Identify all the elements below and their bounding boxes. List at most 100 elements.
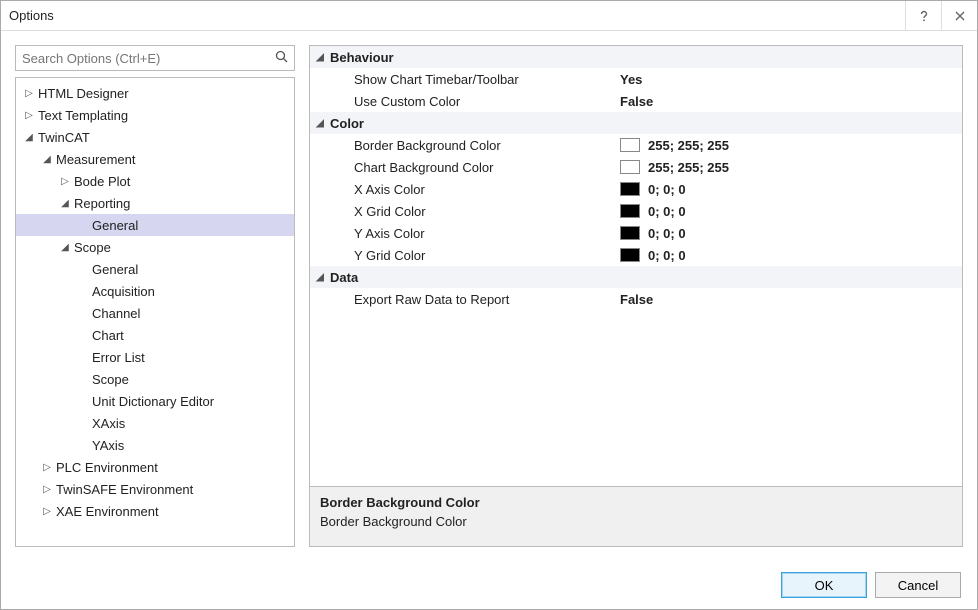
property-value[interactable]: Yes [620,72,962,87]
search-icon[interactable] [275,50,289,67]
property-row[interactable]: Border Background Color255; 255; 255 [310,134,962,156]
property-label: Export Raw Data to Report [330,292,620,307]
tree-item[interactable]: ◢Scope [16,236,294,258]
caret-down-icon[interactable]: ◢ [58,198,72,209]
caret-blank: ▷ [76,330,90,341]
property-category[interactable]: ◢Color [310,112,962,134]
description-panel: Border Background Color Border Backgroun… [309,487,963,547]
caret-blank: ▷ [76,286,90,297]
window-title: Options [9,8,54,23]
property-category[interactable]: ◢Data [310,266,962,288]
tree-item[interactable]: ▷HTML Designer [16,82,294,104]
cancel-button[interactable]: Cancel [875,572,961,598]
tree-item-label: Unit Dictionary Editor [90,394,214,409]
tree-item[interactable]: ◢TwinCAT [16,126,294,148]
tree-item-label: General [90,262,138,277]
property-value[interactable]: 0; 0; 0 [620,226,962,241]
property-value[interactable]: 0; 0; 0 [620,182,962,197]
property-value[interactable]: 255; 255; 255 [620,138,962,153]
property-grid[interactable]: ◢BehaviourShow Chart Timebar/ToolbarYesU… [309,45,963,487]
tree-item[interactable]: ◢Measurement [16,148,294,170]
tree-item-label: HTML Designer [36,86,129,101]
property-value[interactable]: False [620,94,962,109]
tree-item-label: Bode Plot [72,174,130,189]
property-value[interactable]: 0; 0; 0 [620,204,962,219]
tree-item[interactable]: ▷XAE Environment [16,500,294,522]
tree-item[interactable]: ◢Reporting [16,192,294,214]
caret-right-icon[interactable]: ▷ [22,88,36,99]
property-value[interactable]: 255; 255; 255 [620,160,962,175]
caret-blank: ▷ [76,308,90,319]
caret-down-icon[interactable]: ◢ [310,272,330,283]
tree-item-label: Chart [90,328,124,343]
tree-item-label: YAxis [90,438,124,453]
tree-item[interactable]: ▷TwinSAFE Environment [16,478,294,500]
tree-item[interactable]: ▷XAxis [16,412,294,434]
search-input[interactable] [15,45,295,71]
property-row[interactable]: X Grid Color0; 0; 0 [310,200,962,222]
property-row[interactable]: X Axis Color0; 0; 0 [310,178,962,200]
caret-blank: ▷ [76,374,90,385]
titlebar: Options [1,1,977,31]
tree-item-label: Reporting [72,196,130,211]
caret-blank: ▷ [76,440,90,451]
color-swatch [620,204,640,218]
property-label: Border Background Color [330,138,620,153]
tree-item[interactable]: ▷General [16,258,294,280]
color-swatch [620,138,640,152]
tree-item[interactable]: ▷YAxis [16,434,294,456]
caret-right-icon[interactable]: ▷ [40,462,54,473]
tree-item[interactable]: ▷Chart [16,324,294,346]
color-swatch [620,182,640,196]
tree-item[interactable]: ▷Bode Plot [16,170,294,192]
tree-item[interactable]: ▷General [16,214,294,236]
right-panel: ◢BehaviourShow Chart Timebar/ToolbarYesU… [309,45,963,547]
caret-down-icon[interactable]: ◢ [22,132,36,143]
caret-blank: ▷ [76,220,90,231]
caret-right-icon[interactable]: ▷ [22,110,36,121]
property-label: Show Chart Timebar/Toolbar [330,72,620,87]
tree-item[interactable]: ▷Channel [16,302,294,324]
description-title: Border Background Color [320,495,952,510]
tree-item[interactable]: ▷Unit Dictionary Editor [16,390,294,412]
property-row[interactable]: Y Grid Color0; 0; 0 [310,244,962,266]
property-label: Y Axis Color [330,226,620,241]
tree-item-label: PLC Environment [54,460,158,475]
property-row[interactable]: Chart Background Color255; 255; 255 [310,156,962,178]
tree-item-label: TwinCAT [36,130,90,145]
tree-item[interactable]: ▷Acquisition [16,280,294,302]
property-row[interactable]: Show Chart Timebar/ToolbarYes [310,68,962,90]
tree-item[interactable]: ▷PLC Environment [16,456,294,478]
caret-right-icon[interactable]: ▷ [58,176,72,187]
category-label: Behaviour [330,50,394,65]
property-label: Chart Background Color [330,160,620,175]
help-icon [917,9,931,23]
caret-down-icon[interactable]: ◢ [310,118,330,129]
tree-item[interactable]: ▷Error List [16,346,294,368]
caret-right-icon[interactable]: ▷ [40,484,54,495]
help-button[interactable] [905,1,941,31]
tree-item[interactable]: ▷Text Templating [16,104,294,126]
property-row[interactable]: Export Raw Data to ReportFalse [310,288,962,310]
property-value[interactable]: False [620,292,962,307]
caret-down-icon[interactable]: ◢ [40,154,54,165]
property-row[interactable]: Use Custom ColorFalse [310,90,962,112]
options-dialog: Options ▷HTML Designer▷Text Templating◢T… [0,0,978,610]
search-wrap [15,45,295,71]
property-label: X Axis Color [330,182,620,197]
property-category[interactable]: ◢Behaviour [310,46,962,68]
ok-button[interactable]: OK [781,572,867,598]
tree-item[interactable]: ▷Scope [16,368,294,390]
options-tree[interactable]: ▷HTML Designer▷Text Templating◢TwinCAT◢M… [15,77,295,547]
dialog-footer: OK Cancel [1,561,977,609]
caret-down-icon[interactable]: ◢ [310,52,330,63]
caret-down-icon[interactable]: ◢ [58,242,72,253]
category-label: Color [330,116,364,131]
caret-blank: ▷ [76,264,90,275]
caret-right-icon[interactable]: ▷ [40,506,54,517]
property-value[interactable]: 0; 0; 0 [620,248,962,263]
tree-item-label: General [90,218,138,233]
color-swatch [620,248,640,262]
close-button[interactable] [941,1,977,31]
property-row[interactable]: Y Axis Color0; 0; 0 [310,222,962,244]
